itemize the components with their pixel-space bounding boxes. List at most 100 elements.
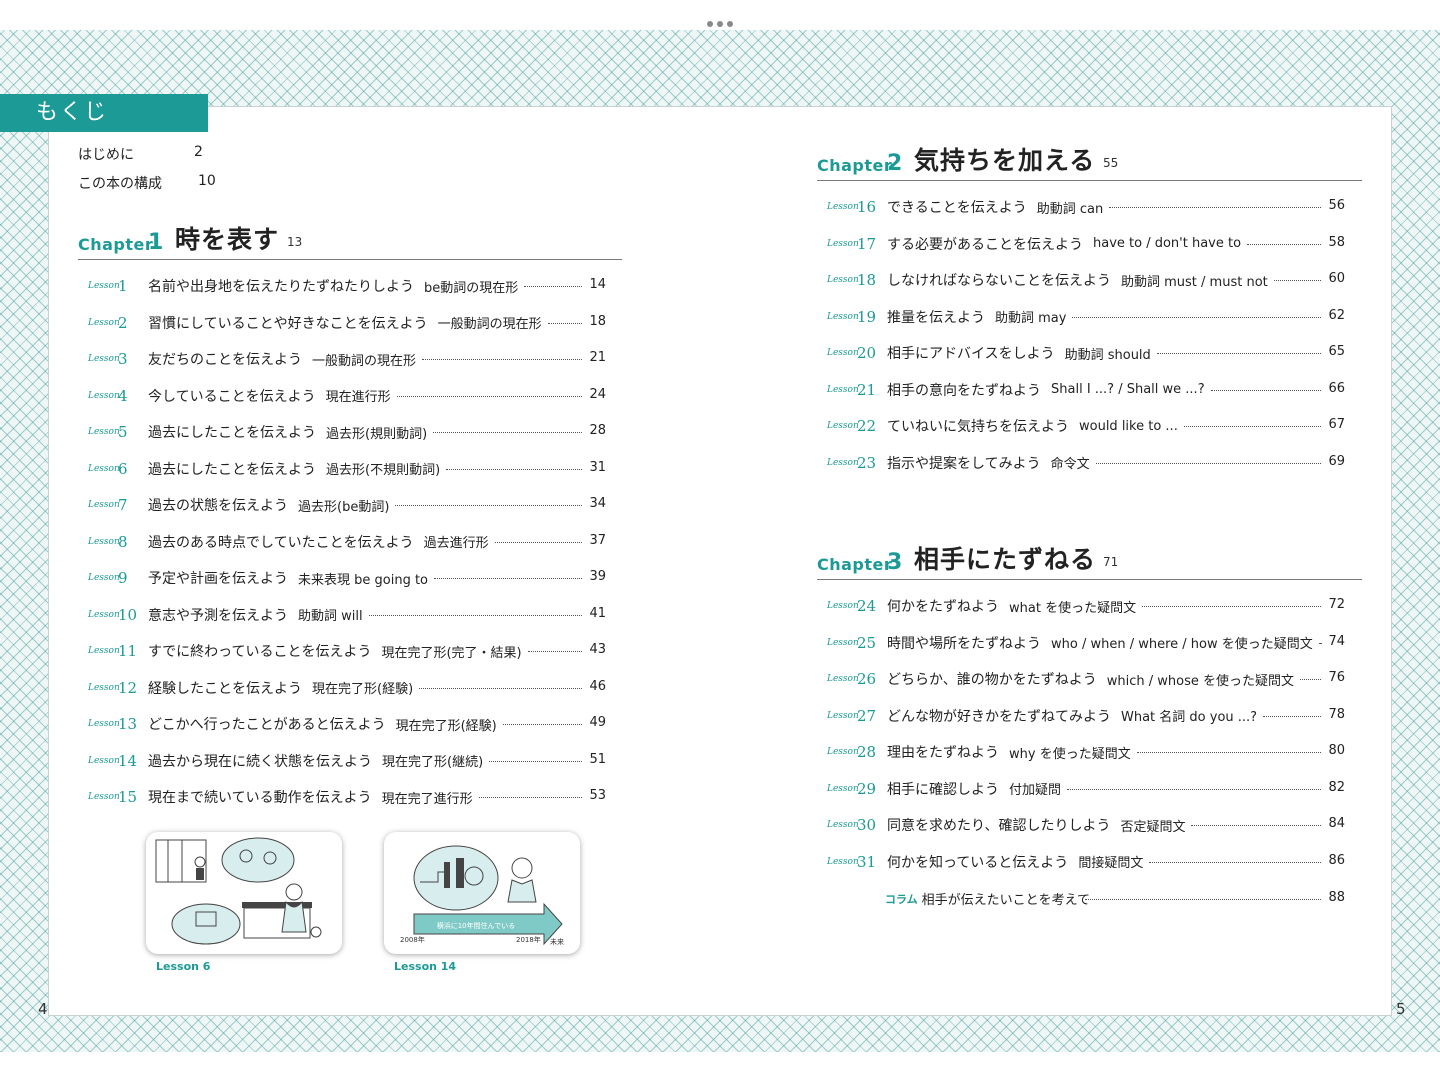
chapter-2-heading[interactable]: Chapter 2 気持ちを加える 55: [817, 144, 1362, 181]
lesson-row-4[interactable]: Lesson 4 今していることを伝えよう 現在進行形 24: [78, 385, 606, 407]
lesson-row-19[interactable]: Lesson 19 推量を伝えよう 助動詞 may 62: [817, 306, 1345, 328]
lesson-row-24[interactable]: Lesson 24 何かをたずねよう what を使った疑問文 72: [817, 595, 1345, 617]
lesson-number: 13: [118, 715, 138, 733]
lesson-word: Lesson: [88, 317, 120, 328]
lesson-title: 予定や計画を伝えよう: [148, 571, 288, 587]
lesson-row-22[interactable]: Lesson 22 ていねいに気持ちを伝えよう would like to ... 67: [817, 415, 1345, 437]
chapter-page: 71: [1103, 555, 1119, 569]
dotted-leader: [489, 760, 582, 762]
lesson-grammar: 助動詞 should: [1064, 347, 1151, 363]
lesson-text: 何かをたずねよう what を使った疑問文: [887, 596, 1136, 616]
dotted-leader: [1300, 679, 1321, 680]
lesson-row-27[interactable]: Lesson 27 どんな物が好きかをたずねてみよう What 名詞 do you .…: [817, 705, 1345, 727]
lesson-word: Lesson: [88, 646, 120, 656]
lesson-row-14[interactable]: Lesson 14 過去から現在に続く状態を伝えよう 現在完了形(継続) 51: [78, 750, 606, 772]
lesson-word: Lesson: [88, 536, 120, 547]
lesson-row-3[interactable]: Lesson 3 友だちのことを伝えよう 一般動詞の現在形 21: [78, 348, 606, 370]
lesson-row-16[interactable]: Lesson 16 できることを伝えよう 助動詞 can 56: [817, 196, 1345, 218]
future-label: 未来: [550, 937, 564, 946]
lesson-page: 41: [589, 605, 606, 621]
lesson-text: 理由をたずねよう why を使った疑問文: [887, 742, 1131, 762]
lesson-word: Lesson: [88, 463, 120, 474]
lesson-row-7[interactable]: Lesson 7 過去の状態を伝えよう 過去形(be動詞) 34: [78, 494, 606, 516]
lesson-row-6[interactable]: Lesson 6 過去にしたことを伝えよう 過去形(不規則動詞) 31: [78, 458, 606, 480]
lesson-text: 相手に確認しよう 付加疑問: [887, 779, 1061, 799]
lesson-row-18[interactable]: Lesson 18 しなければならないことを伝えよう 助動詞 must / must …: [817, 269, 1345, 291]
lesson-title: どんな物が好きかをたずねてみよう: [887, 708, 1111, 725]
chapter-3-heading[interactable]: Chapter 3 相手にたずねる 71: [817, 543, 1362, 580]
lesson-number: 17: [857, 234, 877, 253]
lesson-number: 28: [857, 743, 877, 761]
lesson-row-13[interactable]: Lesson 13 どこかへ行ったことがあると伝えよう 現在完了形(経験) 49: [78, 713, 606, 735]
lesson-title: できることを伝えよう: [887, 200, 1027, 216]
lesson-title: 何かを知っていると伝えよう: [887, 854, 1069, 871]
lesson-row-21[interactable]: Lesson 21 相手の意向をたずねよう Shall I ...? / Shall …: [817, 379, 1345, 401]
lesson-row-17[interactable]: Lesson 17 する必要があることを伝えよう have to / don't ha…: [817, 233, 1345, 255]
dotted-leader: [548, 322, 582, 324]
lesson-number: 18: [857, 271, 877, 289]
lesson-page: 69: [1328, 453, 1345, 469]
dotted-leader: [446, 468, 582, 470]
lesson-number: 26: [857, 670, 877, 688]
lesson-row-1[interactable]: Lesson 1 名前や出身地を伝えたりたずねたりしよう be動詞の現在形 14: [78, 275, 606, 297]
chapter-page: 13: [287, 235, 303, 249]
dotted-leader: [1096, 462, 1321, 464]
lesson-text: 友だちのことを伝えよう 一般動詞の現在形: [148, 349, 416, 369]
lesson-row-5[interactable]: Lesson 5 過去にしたことを伝えよう 過去形(規則動詞) 28: [78, 421, 606, 443]
lesson-row-9[interactable]: Lesson 9 予定や計画を伝えよう 未来表現 be going to 39: [78, 567, 606, 589]
page-indicator-dots[interactable]: [0, 12, 1440, 31]
lesson-row-12[interactable]: Lesson 12 経験したことを伝えよう 現在完了形(経験) 46: [78, 677, 606, 699]
lesson-title: 何かをたずねよう: [887, 599, 999, 615]
lesson-title: どこかへ行ったことがあると伝えよう: [148, 717, 386, 733]
chapter-page: 55: [1103, 156, 1119, 170]
lesson-page: 21: [589, 350, 606, 365]
column-row[interactable]: コラム 相手が伝えたいことを考えて 88: [827, 888, 1345, 910]
lesson-word: Lesson: [88, 573, 120, 583]
lesson-row-15[interactable]: Lesson 15 現在まで続いている動作を伝えよう 現在完了進行形 53: [78, 786, 606, 808]
lesson-page: 72: [1328, 597, 1345, 612]
lesson-number: 16: [857, 198, 877, 216]
lesson-row-30[interactable]: Lesson 30 同意を求めたり、確認したりしよう 否定疑問文 84: [817, 814, 1345, 836]
lesson-row-10[interactable]: Lesson 10 意志や予測を伝えよう 助動詞 will 41: [78, 604, 606, 626]
lesson-row-8[interactable]: Lesson 8 過去のある時点でしていたことを伝えよう 過去進行形 37: [78, 531, 606, 553]
lesson-text: 過去にしたことを伝えよう 過去形(不規則動詞): [148, 459, 440, 479]
lesson-number: 3: [118, 350, 128, 368]
dotted-leader: [1274, 280, 1321, 281]
lesson-title: ていねいに気持ちを伝えよう: [887, 419, 1069, 435]
lesson-6-illustration: [146, 832, 342, 954]
intro-item-hajimeni[interactable]: はじめに 2: [78, 144, 203, 164]
intro-item-structure[interactable]: この本の構成 10: [78, 173, 216, 193]
lesson-word: Lesson: [827, 856, 859, 867]
lesson-page: 67: [1328, 417, 1345, 432]
lesson-page: 78: [1328, 706, 1345, 722]
lesson-row-11[interactable]: Lesson 11 すでに終わっていることを伝えよう 現在完了形(完了・結果) 43: [78, 640, 606, 662]
lesson-row-23[interactable]: Lesson 23 指示や提案をしてみよう 命令文 69: [817, 452, 1345, 474]
lesson-text: 相手の意向をたずねよう Shall I ...? / Shall we ...?: [887, 380, 1205, 400]
book-spread: もくじ 4 5 はじめに 2 この本の構成 10 Chapter 1 時を表す …: [0, 30, 1440, 1052]
dotted-leader: [1109, 207, 1321, 208]
lesson-text: 推量を伝えよう 助動詞 may: [887, 307, 1066, 327]
lesson-row-31[interactable]: Lesson 31 何かを知っていると伝えよう 間接疑問文 86: [817, 851, 1345, 873]
lesson-number: 6: [118, 459, 128, 478]
lesson-page: 65: [1328, 344, 1345, 359]
chapter-number: 2: [887, 151, 903, 176]
lesson-grammar: would like to ...: [1079, 418, 1178, 434]
lesson-row-20[interactable]: Lesson 20 相手にアドバイスをしよう 助動詞 should 65: [817, 342, 1345, 364]
column-page: 88: [1328, 890, 1345, 905]
lesson-text: ていねいに気持ちを伝えよう would like to ...: [887, 416, 1178, 436]
lesson-row-25[interactable]: Lesson 25 時間や場所をたずねよう who / when / where / …: [817, 632, 1345, 654]
dotted-leader: [1191, 825, 1321, 826]
lesson-grammar: 間接疑問文: [1078, 856, 1144, 871]
lesson-row-28[interactable]: Lesson 28 理由をたずねよう why を使った疑問文 80: [817, 741, 1345, 763]
lesson-number: 12: [118, 678, 138, 697]
dotted-leader: [1072, 316, 1321, 318]
lesson-grammar: be動詞の現在形: [424, 280, 519, 296]
lesson-row-29[interactable]: Lesson 29 相手に確認しよう 付加疑問 82: [817, 778, 1345, 800]
lesson-number: 19: [857, 307, 877, 326]
lesson-page: 34: [589, 496, 606, 511]
chapter-1-heading[interactable]: Chapter 1 時を表す 13: [78, 223, 622, 260]
lesson-grammar: 助動詞 may: [995, 311, 1067, 326]
lesson-grammar: who / when / where / how を使った疑問文: [1051, 637, 1313, 652]
lesson-row-2[interactable]: Lesson 2 習慣にしていることや好きなことを伝えよう 一般動詞の現在形 18: [78, 312, 606, 334]
lesson-row-26[interactable]: Lesson 26 どちらか、誰の物かをたずねよう which / whose を使っ…: [817, 668, 1345, 690]
